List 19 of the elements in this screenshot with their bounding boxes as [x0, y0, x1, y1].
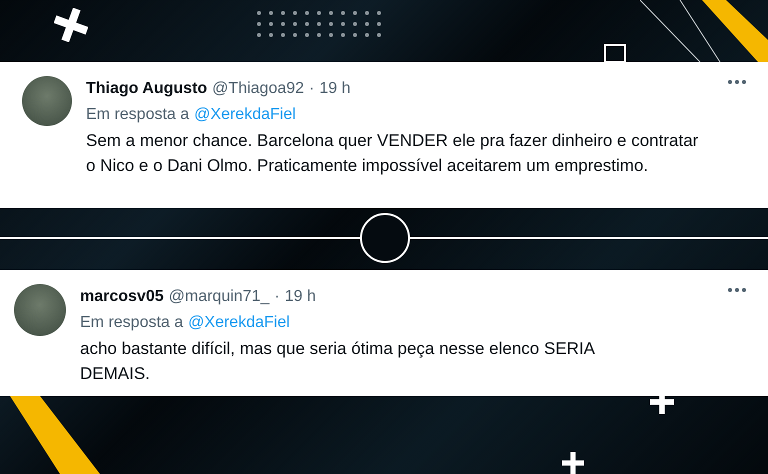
user-name[interactable]: Thiago Augusto — [86, 76, 208, 102]
separator-dot: · — [274, 287, 280, 307]
reply-label: Em resposta a — [80, 313, 184, 333]
user-name[interactable]: marcosv05 — [80, 284, 164, 310]
avatar-photo — [14, 284, 66, 336]
user-handle[interactable]: @Thiagoa92 — [212, 76, 304, 102]
tweet-text: acho bastante difícil, mas que seria ótima peça nesse elenco SERIA DEMAIS. — [80, 338, 596, 385]
plus-icon — [560, 452, 586, 474]
tweet-time[interactable]: 19 h — [319, 76, 350, 102]
tweet-time[interactable]: 19 h — [284, 284, 316, 310]
user-handle[interactable]: @marquin71_ — [168, 284, 270, 310]
separator-dot: · — [309, 79, 314, 99]
reply-label: Em resposta a — [86, 105, 190, 125]
plus-icon — [54, 8, 88, 42]
circle-outline-drawing — [359, 212, 411, 264]
more-icon[interactable] — [728, 288, 746, 292]
tweet-text: Sem a menor chance. Barcelona quer VENDER ele pra fazer dinheiro e contratar o Nico e o Dani Olmo. Praticamente impossível aceitarem um emprestimo. — [86, 130, 700, 177]
avatar-photo — [22, 76, 72, 126]
more-icon[interactable] — [728, 80, 746, 84]
